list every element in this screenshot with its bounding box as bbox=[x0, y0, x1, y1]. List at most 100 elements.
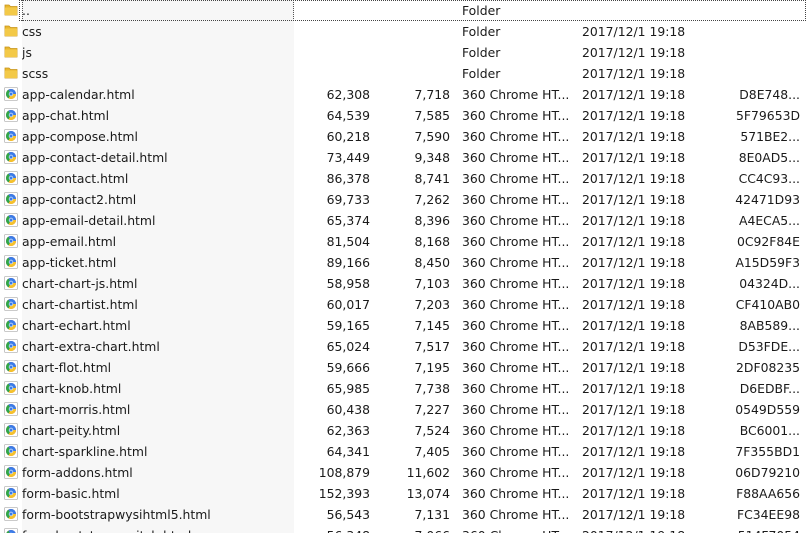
file-row[interactable]: app-email-detail.html 65,374 8,396 360 Chro… bbox=[0, 210, 806, 231]
packed-size bbox=[380, 0, 450, 21]
file-size: 65,985 bbox=[326, 381, 370, 396]
file-name: chart-chartist.html bbox=[22, 294, 294, 315]
modified-date: 2017/12/1 19:18 bbox=[582, 213, 686, 228]
modified-date: 2017/12/1 19:18 bbox=[582, 108, 686, 123]
modified-date: 2017/12/1 19:18 bbox=[582, 171, 686, 186]
crc-value: D8E748... bbox=[739, 87, 800, 102]
packed-size bbox=[380, 21, 450, 42]
modified-date: 2017/12/1 19:18 bbox=[582, 444, 686, 459]
file-name: app-contact.html bbox=[22, 168, 294, 189]
file-type: 360 Chrome HT... bbox=[462, 465, 568, 480]
packed-size bbox=[380, 63, 450, 84]
folder-icon bbox=[4, 45, 18, 59]
file-type: Folder bbox=[462, 66, 501, 81]
file-name: app-email-detail.html bbox=[22, 210, 294, 231]
file-row[interactable]: chart-knob.html 65,985 7,738 360 Chrome HT.… bbox=[0, 378, 806, 399]
file-row[interactable]: chart-echart.html 59,165 7,145 360 Chrome H… bbox=[0, 315, 806, 336]
file-type: 360 Chrome HT... bbox=[462, 423, 568, 438]
folder-row[interactable]: css Folder 2017/12/1 19:18 bbox=[0, 21, 806, 42]
file-size: 56,348 bbox=[300, 525, 370, 533]
file-list: .. Folder css Folder 2017/12/1 19:18 js Fold… bbox=[0, 0, 806, 533]
file-row[interactable]: chart-flot.html 59,666 7,195 360 Chrome HT.… bbox=[0, 357, 806, 378]
modified-date: 2017/12/1 19:18 bbox=[582, 297, 686, 312]
file-type: 360 Chrome HT... bbox=[462, 129, 568, 144]
file-row[interactable]: chart-morris.html 60,438 7,227 360 Chrome H… bbox=[0, 399, 806, 420]
crc-value: 0C92F84E bbox=[736, 234, 800, 249]
crc-value: 514F7054 bbox=[704, 525, 800, 533]
crc-value: BC6001... bbox=[739, 423, 800, 438]
folder-row[interactable]: .. Folder bbox=[0, 0, 806, 21]
modified-date: 2017/12/1 19:18 bbox=[582, 192, 686, 207]
file-row[interactable]: app-chat.html 64,539 7,585 360 Chrome HT...… bbox=[0, 105, 806, 126]
file-name: chart-sparkline.html bbox=[22, 441, 294, 462]
chrome-html-file-icon bbox=[4, 234, 18, 248]
file-size: 65,024 bbox=[326, 339, 370, 354]
file-type: 360 Chrome HT... bbox=[462, 486, 568, 501]
folder-row[interactable]: js Folder 2017/12/1 19:18 bbox=[0, 42, 806, 63]
file-name: app-chat.html bbox=[22, 105, 294, 126]
packed-size: 7,131 bbox=[414, 507, 450, 522]
crc-value: 2DF08235 bbox=[736, 360, 800, 375]
packed-size: 7,203 bbox=[414, 297, 450, 312]
crc-value: 5F79653D bbox=[736, 108, 800, 123]
file-type: Folder bbox=[462, 24, 501, 39]
file-size: 73,449 bbox=[326, 150, 370, 165]
file-name: form-addons.html bbox=[22, 462, 294, 483]
file-type: 360 Chrome HT... bbox=[462, 318, 568, 333]
file-size: 60,017 bbox=[326, 297, 370, 312]
file-name: form-basic.html bbox=[22, 483, 294, 504]
crc-value: FC34EE98 bbox=[737, 507, 800, 522]
chrome-html-file-icon bbox=[4, 339, 18, 353]
chrome-html-file-icon bbox=[4, 507, 18, 521]
modified-date: 2017/12/1 19:18 bbox=[582, 66, 686, 81]
file-size bbox=[300, 42, 370, 63]
file-row[interactable]: app-contact2.html 69,733 7,262 360 Chrome H… bbox=[0, 189, 806, 210]
file-row[interactable]: app-ticket.html 89,166 8,450 360 Chrome HT.… bbox=[0, 252, 806, 273]
file-row[interactable]: form-bootstrap-switch.html 56,348 7,066 360… bbox=[0, 525, 806, 533]
file-row[interactable]: chart-extra-chart.html 65,024 7,517 360 Chr… bbox=[0, 336, 806, 357]
file-row[interactable]: app-compose.html 60,218 7,590 360 Chrome HT… bbox=[0, 126, 806, 147]
file-name: chart-flot.html bbox=[22, 357, 294, 378]
packed-size: 7,585 bbox=[414, 108, 450, 123]
packed-size: 7,066 bbox=[380, 525, 450, 533]
file-size bbox=[300, 63, 370, 84]
file-row[interactable]: form-basic.html 152,393 13,074 360 Chrome H… bbox=[0, 483, 806, 504]
chrome-html-file-icon bbox=[4, 444, 18, 458]
file-row[interactable]: form-bootstrapwysihtml5.html 56,543 7,131 3… bbox=[0, 504, 806, 525]
folder-row[interactable]: scss Folder 2017/12/1 19:18 bbox=[0, 63, 806, 84]
crc-value bbox=[704, 42, 800, 63]
file-name: js bbox=[22, 42, 294, 63]
file-name: chart-chart-js.html bbox=[22, 273, 294, 294]
packed-size: 8,396 bbox=[414, 213, 450, 228]
file-row[interactable]: app-contact-detail.html 73,449 9,348 360 Ch… bbox=[0, 147, 806, 168]
packed-size: 7,227 bbox=[414, 402, 450, 417]
chrome-html-file-icon bbox=[4, 192, 18, 206]
packed-size: 13,074 bbox=[406, 486, 450, 501]
file-row[interactable]: app-email.html 81,504 8,168 360 Chrome HT..… bbox=[0, 231, 806, 252]
packed-size: 11,602 bbox=[406, 465, 450, 480]
file-size: 62,308 bbox=[326, 87, 370, 102]
file-type: 360 Chrome HT... bbox=[462, 108, 568, 123]
file-type: 360 Chrome HT... bbox=[462, 150, 568, 165]
file-row[interactable]: chart-peity.html 62,363 7,524 360 Chrome HT… bbox=[0, 420, 806, 441]
file-name: chart-extra-chart.html bbox=[22, 336, 294, 357]
file-row[interactable]: chart-sparkline.html 64,341 7,405 360 Chrom… bbox=[0, 441, 806, 462]
chrome-html-file-icon bbox=[4, 423, 18, 437]
file-type: 360 Chrome HT... bbox=[462, 192, 568, 207]
file-size: 59,165 bbox=[326, 318, 370, 333]
modified-date: 2017/12/1 19:18 bbox=[582, 234, 686, 249]
chrome-html-file-icon bbox=[4, 381, 18, 395]
modified-date: 2017/12/1 19:18 bbox=[582, 255, 686, 270]
file-type: 360 Chrome HT... bbox=[462, 381, 568, 396]
file-row[interactable]: app-calendar.html 62,308 7,718 360 Chrome H… bbox=[0, 84, 806, 105]
crc-value: 8E0AD5... bbox=[738, 150, 800, 165]
modified-date: 2017/12/1 19:18 bbox=[582, 423, 686, 438]
packed-size: 7,517 bbox=[414, 339, 450, 354]
file-row[interactable]: form-addons.html 108,879 11,602 360 Chrome … bbox=[0, 462, 806, 483]
file-row[interactable]: chart-chartist.html 60,017 7,203 360 Chrome… bbox=[0, 294, 806, 315]
file-row[interactable]: chart-chart-js.html 58,958 7,103 360 Chrome… bbox=[0, 273, 806, 294]
file-type: 360 Chrome HT... bbox=[462, 507, 568, 522]
file-row[interactable]: app-contact.html 86,378 8,741 360 Chrome HT… bbox=[0, 168, 806, 189]
crc-value: A4ECA5... bbox=[738, 213, 800, 228]
file-name: app-email.html bbox=[22, 231, 294, 252]
